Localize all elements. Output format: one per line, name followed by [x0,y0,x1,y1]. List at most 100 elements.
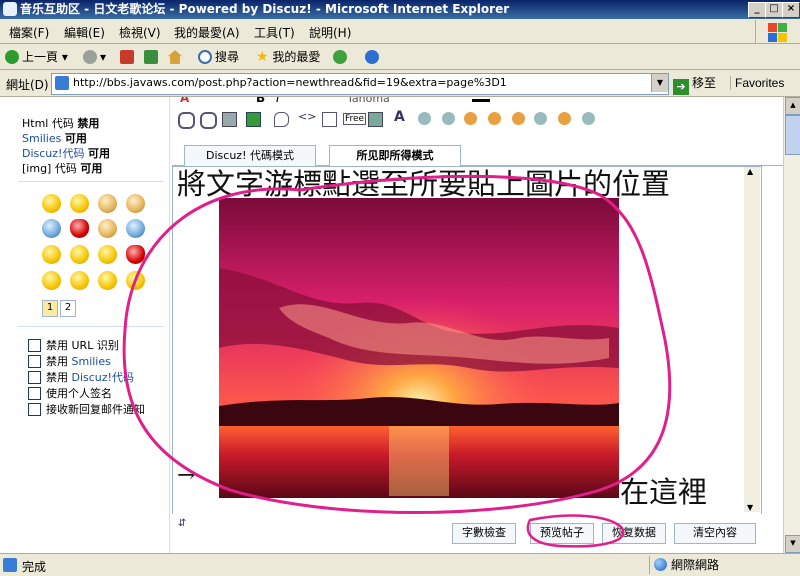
disable-discuz-checkbox[interactable] [28,371,41,384]
security-zone: 網際網路 [649,556,784,574]
internet-globe-icon [654,558,667,571]
page-scrollbar[interactable]: ▲ ▼ [783,97,800,553]
refresh-button[interactable] [144,48,158,66]
smiley-handshake-icon[interactable] [98,219,117,238]
smiley-smile-icon[interactable] [42,194,61,213]
home-button[interactable] [168,48,182,66]
favorites-button[interactable]: ★ 我的最愛 [256,48,320,66]
editor-scroll-up-icon[interactable]: ▲ [747,167,753,176]
tab-discuz-code[interactable]: Discuz! 代碼模式 [184,145,316,166]
menu-view[interactable]: 檢視(V) [119,24,161,41]
page-content: Html 代码 禁用 Smilies 可用 Discuz!代码 可用 [img]… [0,97,783,553]
stop-button[interactable] [120,48,134,66]
smiley-victory-icon[interactable] [126,194,145,213]
preview-post-button[interactable]: 预览帖子 [530,523,594,544]
use-signature-checkbox[interactable] [28,387,41,400]
back-button[interactable]: 上一頁 ▾ [5,48,68,66]
editor-scrollbar[interactable]: ▲ ▼ [744,167,760,512]
smiley-wink-icon[interactable] [126,271,145,290]
discuz-code-label[interactable]: Discuz!代码 [22,147,84,160]
smiley-thumbsup-icon[interactable] [98,194,117,213]
resize-editor-icon[interactable]: ⇵ [178,518,186,529]
smilies-page-1[interactable]: 1 [42,300,58,317]
free-icon[interactable]: Free [343,113,367,125]
smiley-tongue-icon[interactable] [98,245,117,264]
bold-icon[interactable]: B [256,97,265,105]
search-button[interactable]: 搜尋 [198,48,239,66]
scroll-thumb[interactable] [785,115,800,155]
links-label[interactable]: Favorites [730,76,784,90]
maximize-button[interactable]: □ [765,2,783,18]
smiley-phone-icon[interactable] [126,219,145,238]
minimize-button[interactable]: _ [748,2,766,18]
italic-icon[interactable]: I [276,97,280,105]
media-qt-icon[interactable] [558,112,571,125]
disable-url-checkbox[interactable] [28,339,41,352]
font-color-icon[interactable] [472,99,490,102]
media-wmv-icon[interactable] [488,112,501,125]
scroll-up-icon[interactable]: ▲ [785,97,800,115]
window-title-bar[interactable]: 音乐互助区 - 日文老歌论坛 - Powered by Discuz! - Mi… [0,0,800,19]
address-input[interactable]: http://bbs.javaws.com/post.php?action=ne… [51,73,669,95]
search-label: 搜尋 [215,50,240,64]
quote-icon[interactable] [274,112,289,127]
html-code-state: 禁用 [77,117,100,130]
menu-tools[interactable]: 工具(T) [254,24,295,41]
link-icon[interactable] [178,112,195,129]
media-ra-icon[interactable] [442,112,455,125]
ie-button[interactable] [365,48,382,66]
email-icon[interactable] [222,112,237,127]
window-title: 音乐互助区 - 日文老歌论坛 - Powered by Discuz! - Mi… [20,2,510,16]
forward-button[interactable]: ▾ [83,48,106,66]
media-real-icon[interactable] [582,112,595,125]
hide-icon[interactable] [368,112,383,127]
media-button[interactable] [333,48,350,66]
code-icon[interactable]: <> [298,110,316,123]
smilies-state: 可用 [64,132,87,145]
media-flash-icon[interactable] [534,112,547,125]
scroll-down-icon[interactable]: ▼ [785,535,800,553]
address-dropdown-icon[interactable]: ▼ [651,74,668,92]
media-rm-icon[interactable] [418,112,431,125]
smiley-happy-icon[interactable] [42,245,61,264]
smiley-shock-icon[interactable] [98,271,117,290]
address-url: http://bbs.javaws.com/post.php?action=ne… [73,76,507,89]
go-button[interactable]: ➔ 移至 [673,74,716,95]
table-icon[interactable] [322,112,337,127]
menu-edit[interactable]: 編輯(E) [64,24,105,41]
smiley-angry-icon[interactable] [126,245,145,264]
menu-favorites[interactable]: 我的最愛(A) [174,24,240,41]
smiley-clock-icon[interactable] [42,219,61,238]
restore-data-button[interactable]: 恢复数据 [602,523,666,544]
post-editor[interactable]: 將文字游標點選至所要貼上圖片的位置 → 在這裡 [172,166,762,515]
smiley-grin-icon[interactable] [70,194,89,213]
remove-format-icon[interactable]: Ā [180,97,189,105]
smiley-lips-icon[interactable] [70,219,89,238]
editor-here-text: 在這裡 [620,475,708,509]
go-label: 移至 [692,76,717,90]
check-length-button[interactable]: 字數檢查 [452,523,516,544]
editor-scroll-down-icon[interactable]: ▼ [747,503,753,512]
smiley-cry-icon[interactable] [70,271,89,290]
image-icon[interactable] [246,112,261,127]
close-button[interactable]: × [782,2,800,18]
unlink-icon[interactable] [200,112,217,129]
disable-smilies-checkbox[interactable] [28,355,41,368]
smilies-page-2[interactable]: 2 [60,300,76,317]
media-wma-icon[interactable] [464,112,477,125]
menu-help[interactable]: 說明(H) [309,24,351,41]
clear-content-button[interactable]: 清空內容 [674,523,756,544]
tab-wysiwyg[interactable]: 所见即所得模式 [329,145,461,167]
email-notify-checkbox[interactable] [28,403,41,416]
disable-url-label: 禁用 URL 识别 [46,339,119,352]
smiley-laugh-icon[interactable] [70,245,89,264]
windows-logo-icon [755,20,796,43]
menu-file[interactable]: 檔案(F) [9,24,49,41]
media-mp3-icon[interactable] [512,112,525,125]
html-code-label: Html 代码 [22,117,74,130]
font-a-icon[interactable]: A [394,109,405,125]
font-name-select[interactable]: Tahoma [347,97,390,105]
smilies-label[interactable]: Smilies [22,132,61,145]
status-bar: 完成 網際網路 [0,553,800,576]
smiley-cool-icon[interactable] [42,271,61,290]
